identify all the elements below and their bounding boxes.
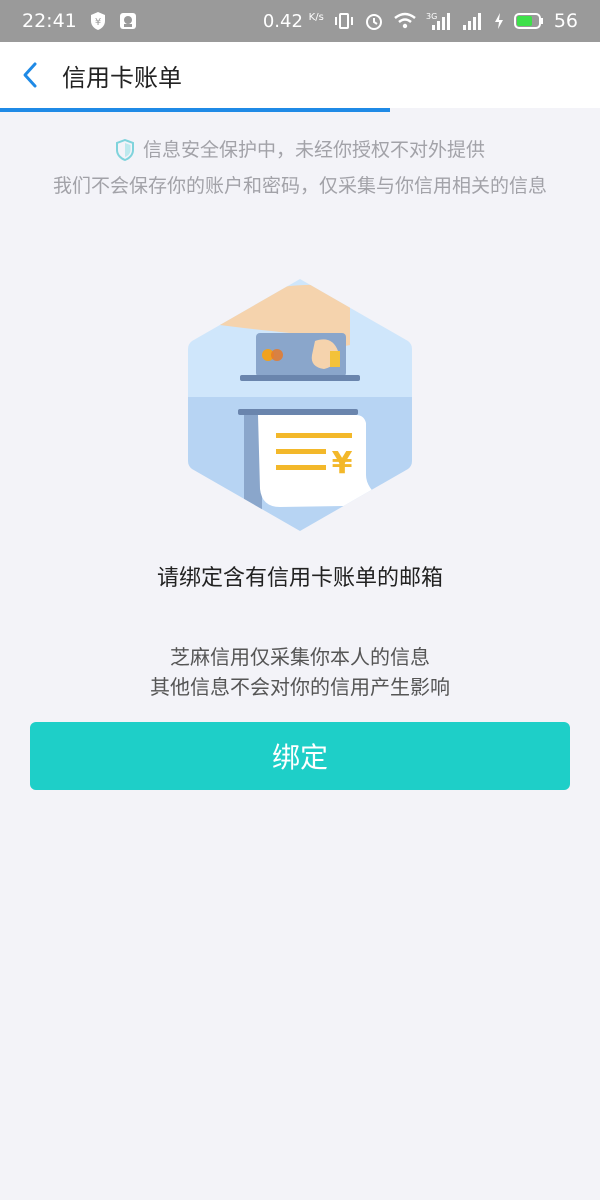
- loading-progress-fill: [0, 108, 390, 112]
- svg-text:¥: ¥: [95, 17, 101, 28]
- security-notice: 信息安全保护中，未经你授权不对外提供 我们不会保存你的账户和密码，仅采集与你信用…: [0, 132, 600, 204]
- alarm-icon: [364, 11, 384, 31]
- qq-notification-icon: [119, 12, 137, 30]
- signal-3g-icon: 3G: [426, 11, 452, 31]
- chevron-left-icon: [23, 62, 37, 88]
- desc-line-2: 其他信息不会对你的信用产生影响: [150, 675, 450, 699]
- status-time: 22:41: [22, 10, 77, 32]
- credit-card-illustration: ¥: [180, 275, 420, 535]
- battery-icon: [513, 13, 544, 29]
- charging-icon: [494, 12, 504, 30]
- bind-email-headline: 请绑定含有信用卡账单的邮箱: [156, 566, 443, 591]
- desc-line-1: 芝麻信用仅采集你本人的信息: [170, 645, 430, 669]
- bind-button[interactable]: 绑定: [30, 722, 570, 790]
- privacy-description: 芝麻信用仅采集你本人的信息 其他信息不会对你的信用产生影响: [0, 642, 600, 702]
- signal-icon: [462, 11, 484, 31]
- wifi-icon: [394, 12, 416, 30]
- shield-notification-icon: ¥: [89, 11, 107, 31]
- vibrate-icon: [334, 12, 354, 30]
- notice-line-1: 信息安全保护中，未经你授权不对外提供: [142, 139, 485, 161]
- battery-level: 56: [553, 10, 578, 32]
- yuan-symbol: ¥: [332, 446, 353, 481]
- loading-progress-bar: [0, 108, 600, 114]
- nav-bar: 信用卡账单: [0, 42, 600, 108]
- network-speed: 0.42 K/s: [262, 10, 324, 32]
- notice-line-2: 我们不会保存你的账户和密码，仅采集与你信用相关的信息: [52, 175, 547, 197]
- svg-text:3G: 3G: [426, 12, 437, 21]
- shield-icon: [115, 139, 134, 161]
- back-button[interactable]: [0, 42, 60, 108]
- page-title: 信用卡账单: [62, 63, 182, 92]
- status-bar: 22:41 ¥ 0.42 K/s 3G 56: [0, 0, 600, 42]
